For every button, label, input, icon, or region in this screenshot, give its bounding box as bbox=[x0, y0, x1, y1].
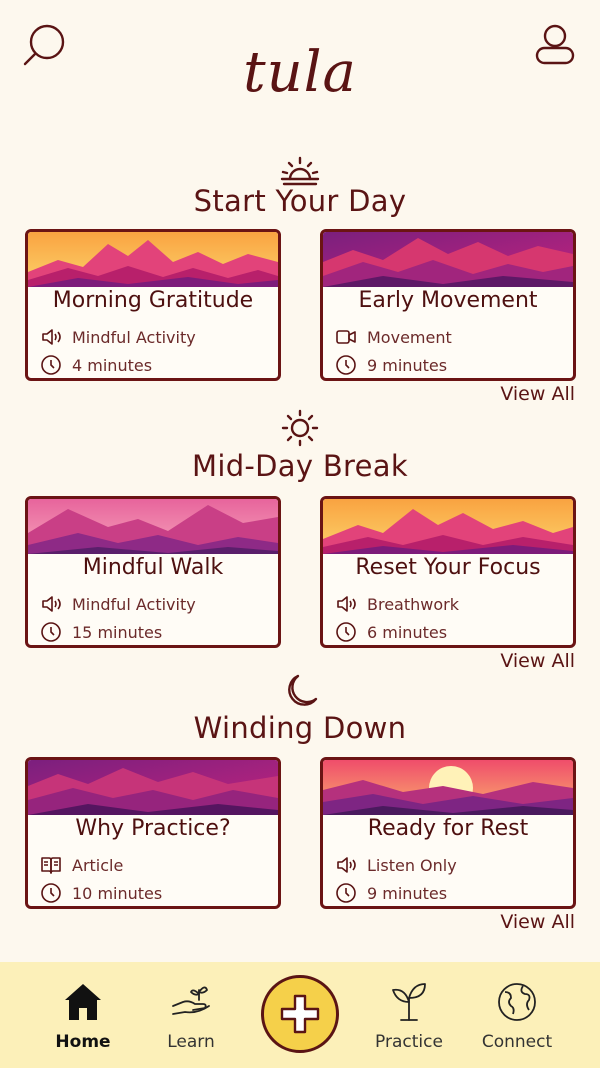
section-title-mid-day-break: Mid-Day Break bbox=[192, 449, 408, 483]
nav-item-learn[interactable]: Learn bbox=[141, 980, 241, 1056]
card-title: Mindful Walk bbox=[82, 555, 224, 580]
top-bar: tula bbox=[0, 0, 600, 130]
add-button[interactable] bbox=[261, 975, 339, 1053]
card-type-label: Breathwork bbox=[367, 594, 459, 614]
card-early-movement[interactable]: Early Movement Movement 9 minutes bbox=[320, 229, 576, 381]
card-title: Early Movement bbox=[358, 288, 538, 313]
nav-item-connect[interactable]: Connect bbox=[467, 980, 567, 1056]
card-type-label: Mindful Activity bbox=[72, 594, 196, 614]
card-image bbox=[28, 760, 278, 815]
card-image bbox=[28, 499, 278, 554]
sun-icon bbox=[276, 408, 324, 448]
view-all-link[interactable]: View All bbox=[500, 911, 575, 933]
section-title-start-your-day: Start Your Day bbox=[193, 184, 407, 218]
card-duration: 6 minutes bbox=[335, 620, 447, 644]
card-type: Mindful Activity bbox=[40, 592, 196, 616]
speaker-icon bbox=[337, 596, 356, 612]
clock-icon bbox=[41, 622, 61, 642]
card-duration-label: 4 minutes bbox=[72, 355, 153, 375]
card-duration-label: 10 minutes bbox=[72, 883, 163, 903]
card-image bbox=[28, 232, 278, 287]
speaker-icon bbox=[42, 596, 61, 612]
card-title: Why Practice? bbox=[75, 816, 231, 841]
clock-icon bbox=[41, 355, 61, 375]
card-type-label: Listen Only bbox=[367, 855, 457, 875]
speaker-icon bbox=[337, 857, 356, 873]
clock-icon bbox=[336, 883, 356, 903]
clock-icon bbox=[336, 355, 356, 375]
card-mindful-walk[interactable]: Mindful Walk Mindful Activity 15 minutes bbox=[25, 496, 281, 648]
card-type: Article bbox=[40, 853, 123, 877]
plus-icon bbox=[280, 994, 320, 1034]
card-duration-label: 15 minutes bbox=[72, 622, 163, 642]
card-type: Listen Only bbox=[335, 853, 457, 877]
video-icon bbox=[336, 330, 356, 344]
clock-icon bbox=[336, 622, 356, 642]
card-image bbox=[323, 232, 573, 287]
card-duration-label: 9 minutes bbox=[367, 883, 448, 903]
card-duration: 10 minutes bbox=[40, 881, 162, 905]
nav-item-practice[interactable]: Practice bbox=[359, 980, 459, 1056]
nav-item-home[interactable]: Home bbox=[33, 980, 133, 1056]
nav-label: Home bbox=[55, 1032, 111, 1052]
card-type-label: Article bbox=[72, 855, 124, 875]
profile-icon[interactable] bbox=[532, 24, 578, 66]
card-duration: 15 minutes bbox=[40, 620, 162, 644]
card-type: Breathwork bbox=[335, 592, 459, 616]
globe-icon bbox=[498, 983, 536, 1021]
card-ready-for-rest[interactable]: Ready for Rest Listen Only 9 minutes bbox=[320, 757, 576, 909]
nav-label: Learn bbox=[167, 1032, 215, 1052]
card-duration-label: 6 minutes bbox=[367, 622, 448, 642]
card-image bbox=[323, 760, 573, 815]
home-icon bbox=[65, 984, 101, 1020]
card-duration-label: 9 minutes bbox=[367, 355, 448, 375]
speaker-icon bbox=[42, 329, 61, 345]
card-morning-gratitude[interactable]: Morning Gratitude Mindful Activity 4 min… bbox=[25, 229, 281, 381]
card-title: Reset Your Focus bbox=[355, 555, 541, 580]
view-all-link[interactable]: View All bbox=[500, 383, 575, 405]
card-duration: 4 minutes bbox=[40, 353, 152, 377]
nav-label: Connect bbox=[481, 1032, 553, 1052]
nav-label: Practice bbox=[375, 1032, 443, 1052]
card-type-label: Mindful Activity bbox=[72, 327, 196, 347]
hand-sprout-icon bbox=[172, 986, 210, 1015]
card-reset-your-focus[interactable]: Reset Your Focus Breathwork 6 minutes bbox=[320, 496, 576, 648]
card-image bbox=[323, 499, 573, 554]
card-type: Movement bbox=[335, 325, 452, 349]
book-icon bbox=[41, 857, 61, 874]
card-duration: 9 minutes bbox=[335, 353, 447, 377]
card-title: Ready for Rest bbox=[367, 816, 529, 841]
sprout-icon bbox=[392, 983, 426, 1021]
card-why-practice[interactable]: Why Practice? Article 10 minutes bbox=[25, 757, 281, 909]
card-type: Mindful Activity bbox=[40, 325, 196, 349]
clock-icon bbox=[41, 883, 61, 903]
card-duration: 9 minutes bbox=[335, 881, 447, 905]
moon-icon bbox=[276, 672, 324, 712]
card-title: Morning Gratitude bbox=[52, 288, 254, 313]
app-logo: tula bbox=[243, 40, 357, 105]
card-type-label: Movement bbox=[367, 327, 452, 347]
section-title-winding-down: Winding Down bbox=[193, 711, 407, 745]
view-all-link[interactable]: View All bbox=[500, 650, 575, 672]
